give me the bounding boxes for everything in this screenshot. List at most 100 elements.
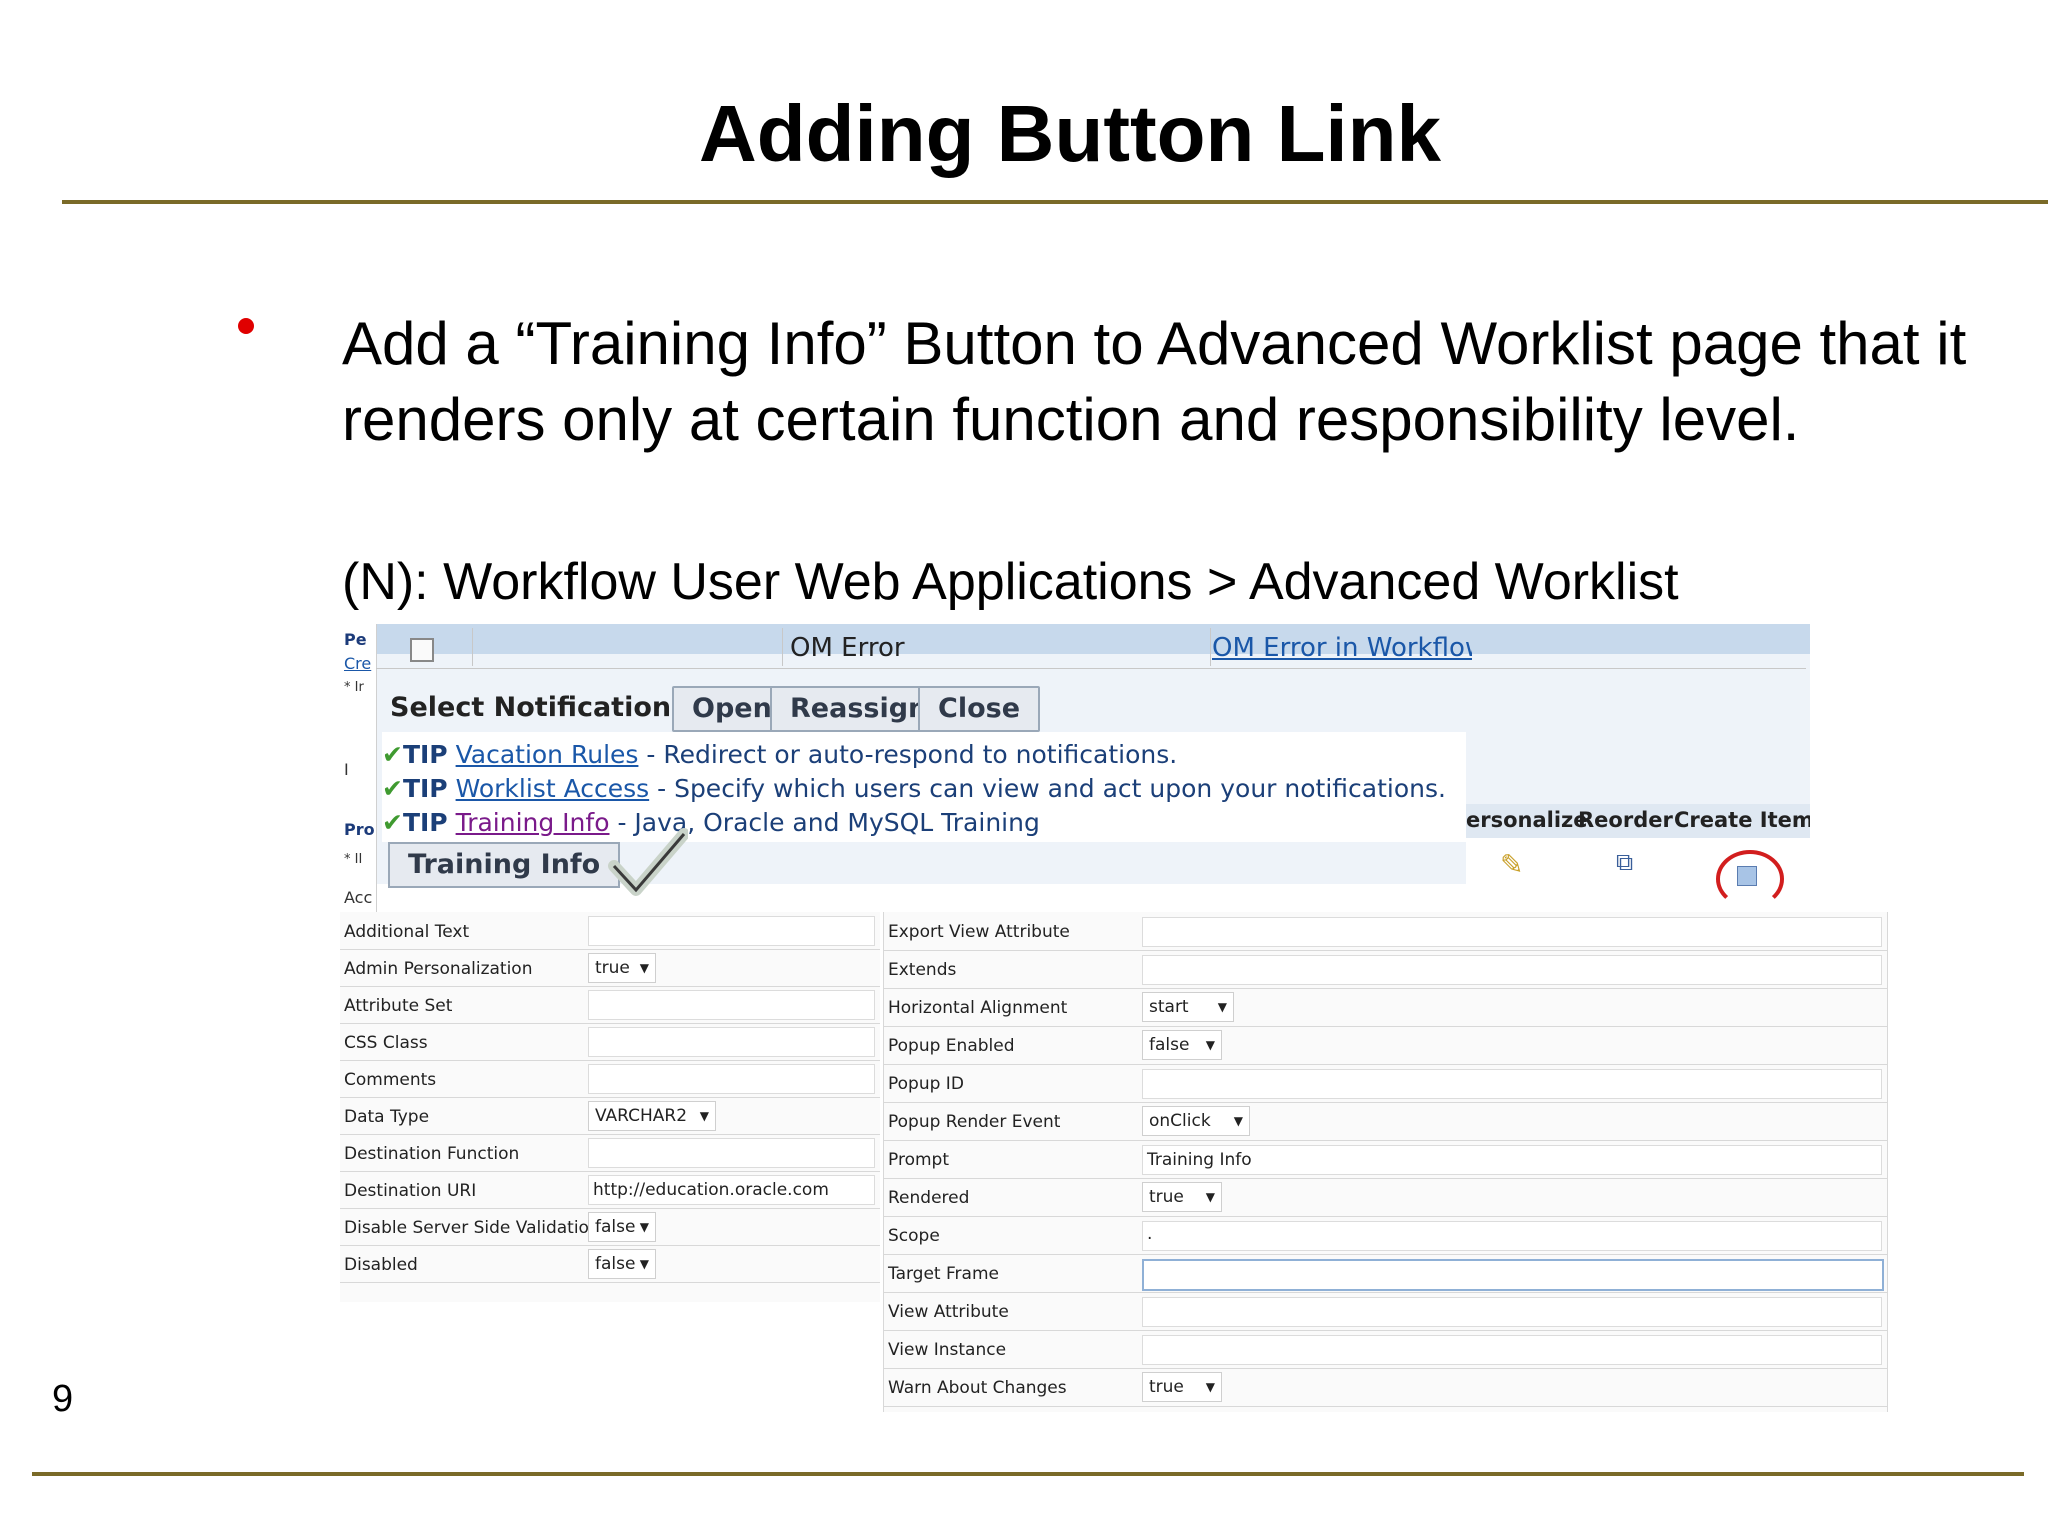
left-strip-i: I: [344, 760, 349, 779]
left-strip-acc: Acc: [344, 888, 373, 907]
export-view-attribute-input[interactable]: [1142, 917, 1882, 947]
property-label: Prompt: [888, 1150, 949, 1170]
notification-checkbox-cell: [376, 628, 473, 666]
dropdown-arrow-icon: ▼: [639, 961, 649, 975]
tip-check-icon: ✔: [382, 808, 403, 837]
pencil-icon[interactable]: ✎: [1500, 848, 1523, 881]
target-frame-input[interactable]: [1142, 1259, 1884, 1291]
property-row: Export View Attribute: [884, 912, 1887, 951]
popup-enabled-select[interactable]: false ▼: [1142, 1030, 1222, 1060]
property-row: CSS Class: [340, 1023, 880, 1061]
reorder-icon[interactable]: ⧉: [1616, 848, 1633, 876]
property-label: Data Type: [344, 1107, 430, 1127]
create-item-header: Create Item: [1674, 808, 1810, 832]
tip-check-icon: ✔: [382, 740, 403, 769]
select-value: false: [595, 1217, 636, 1237]
destination-function-input[interactable]: [588, 1138, 875, 1168]
property-label: Attribute Set: [344, 996, 453, 1016]
property-row: Rendered true ▼: [884, 1178, 1887, 1217]
view-instance-input[interactable]: [1142, 1335, 1882, 1365]
dropdown-arrow-icon: ▼: [1205, 1038, 1215, 1052]
dropdown-arrow-icon: ▼: [639, 1257, 649, 1271]
property-label: Extends: [888, 960, 957, 980]
property-row: Scope .: [884, 1216, 1887, 1255]
notification-subject-link[interactable]: OM Error in Workflow: [1202, 628, 1472, 666]
property-row: View Instance: [884, 1330, 1887, 1369]
property-label: Horizontal Alignment: [888, 998, 1068, 1018]
left-strip-ii: * II: [344, 852, 363, 867]
vacation-rules-link[interactable]: Vacation Rules: [456, 740, 639, 769]
grid-header: ersonalize Reorder Create Item: [1466, 804, 1810, 838]
bullet-text: Add a “Training Info” Button to Advanced…: [342, 310, 1967, 453]
tip-label: TIP: [402, 774, 448, 803]
tip-worklist-access: ✔TIP Worklist Access - Specify which use…: [382, 774, 1446, 803]
disabled-select[interactable]: false ▼: [588, 1249, 656, 1279]
scope-input[interactable]: .: [1142, 1221, 1882, 1251]
horizontal-alignment-select[interactable]: start ▼: [1142, 992, 1234, 1022]
popup-render-event-select[interactable]: onClick ▼: [1142, 1106, 1250, 1136]
property-row: Popup Render Event onClick ▼: [884, 1102, 1887, 1141]
extends-input[interactable]: [1142, 955, 1882, 985]
property-label: Scope: [888, 1226, 940, 1246]
tip-vacation-rules: ✔TIP Vacation Rules - Redirect or auto-r…: [382, 740, 1177, 769]
prompt-input[interactable]: Training Info: [1142, 1145, 1882, 1175]
property-row: Target Frame: [884, 1254, 1887, 1293]
tip-text: - Redirect or auto-respond to notificati…: [638, 740, 1178, 769]
notification-checkbox[interactable]: [410, 638, 434, 662]
property-label: Destination Function: [344, 1144, 520, 1164]
property-row: Attribute Set: [340, 986, 880, 1024]
property-label: Destination URI: [344, 1181, 477, 1201]
left-strip-ir: * Ir: [344, 680, 364, 695]
left-strip-pro: Pro: [344, 820, 375, 839]
property-row: Destination URI http://education.oracle.…: [340, 1171, 880, 1209]
rendered-select[interactable]: true ▼: [1142, 1182, 1222, 1212]
left-strip-create-link[interactable]: Cre: [344, 654, 371, 673]
property-label: Popup Render Event: [888, 1112, 1061, 1132]
property-row: Disable Server Side Validation false ▼: [340, 1208, 880, 1246]
data-type-select[interactable]: VARCHAR2 ▼: [588, 1101, 716, 1131]
training-info-link[interactable]: Training Info: [456, 808, 610, 837]
comments-input[interactable]: [588, 1064, 875, 1094]
destination-uri-value: http://education.oracle.com: [593, 1180, 829, 1200]
close-button[interactable]: Close: [918, 686, 1041, 732]
view-attribute-input[interactable]: [1142, 1297, 1882, 1327]
grid-row: ✎ ⧉: [1466, 838, 1810, 908]
property-row: Comments: [340, 1060, 880, 1098]
notification-type: OM Error: [782, 628, 1211, 666]
property-label: Target Frame: [888, 1264, 999, 1284]
property-label: Warn About Changes: [888, 1378, 1067, 1398]
select-value: onClick: [1149, 1111, 1211, 1131]
select-value: true: [1149, 1187, 1184, 1207]
property-row: Data Type VARCHAR2 ▼: [340, 1097, 880, 1135]
tip-text: - Specify which users can view and act u…: [649, 774, 1446, 803]
tip-label: TIP: [402, 740, 448, 769]
warn-about-changes-select[interactable]: true ▼: [1142, 1372, 1222, 1402]
navigation-path: (N): Workflow User Web Applications > Ad…: [342, 553, 1679, 611]
css-class-input[interactable]: [588, 1027, 875, 1057]
training-info-button[interactable]: Training Info: [388, 842, 621, 888]
property-row: Warn About Changes true ▼: [884, 1368, 1887, 1407]
dropdown-arrow-icon: ▼: [1217, 1000, 1227, 1014]
property-label: Export View Attribute: [888, 922, 1070, 942]
admin-personalization-select[interactable]: true ▼: [588, 953, 656, 983]
notification-empty-cell: [472, 628, 783, 666]
worklist-access-link[interactable]: Worklist Access: [456, 774, 650, 803]
slide-title: Adding Button Link: [698, 89, 1442, 178]
attribute-set-input[interactable]: [588, 990, 875, 1020]
disable-server-validation-select[interactable]: false ▼: [588, 1212, 656, 1242]
additional-text-input[interactable]: [588, 916, 875, 946]
property-label: Rendered: [888, 1188, 970, 1208]
popup-id-input[interactable]: [1142, 1069, 1882, 1099]
property-row: Destination Function: [340, 1134, 880, 1172]
dropdown-arrow-icon: ▼: [699, 1109, 709, 1123]
select-value: true: [1149, 1377, 1184, 1397]
destination-uri-input[interactable]: http://education.oracle.com: [588, 1175, 875, 1205]
prompt-value: Training Info: [1147, 1150, 1252, 1170]
personalize-header: ersonalize: [1466, 808, 1588, 832]
property-label: Disable Server Side Validation: [344, 1218, 600, 1238]
property-row: Popup Enabled false ▼: [884, 1026, 1887, 1065]
property-row: Extends: [884, 950, 1887, 989]
dropdown-arrow-icon: ▼: [639, 1220, 649, 1234]
create-item-icon[interactable]: [1737, 866, 1757, 886]
right-properties-table: Export View Attribute Extends Horizontal…: [883, 912, 1888, 1412]
